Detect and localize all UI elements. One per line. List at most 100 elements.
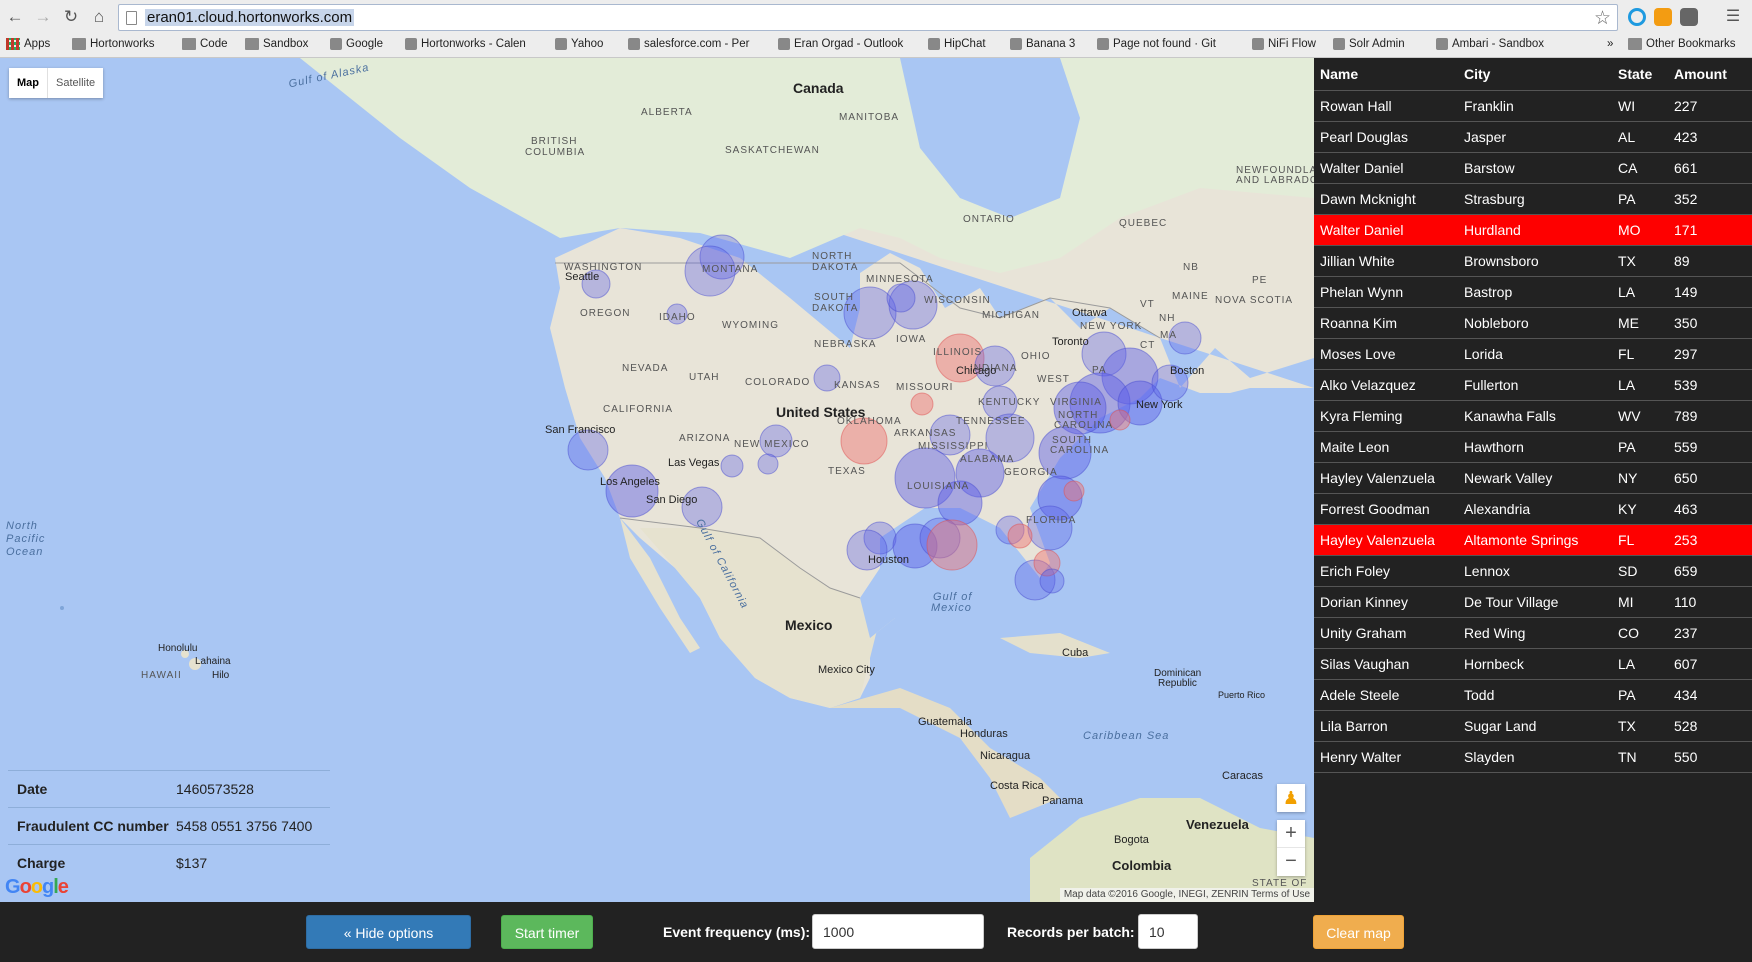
event-bubble-fraud[interactable]: [926, 519, 978, 571]
table-row[interactable]: Adele Steele Todd PA 434: [1314, 680, 1752, 711]
salesforce-icon: [628, 38, 640, 50]
zoom-out-button[interactable]: −: [1277, 848, 1305, 876]
event-bubble[interactable]: [720, 454, 744, 478]
extension-orange-icon[interactable]: [1654, 8, 1672, 26]
table-row-fraud[interactable]: Walter Daniel Hurdland MO 171: [1314, 215, 1752, 246]
table-row[interactable]: Pearl Douglas Jasper AL 423: [1314, 122, 1752, 153]
extension-circle-icon[interactable]: [1628, 8, 1646, 26]
google-logo-letter: o: [19, 876, 32, 898]
cell-amount: 227: [1674, 98, 1698, 114]
bookmark-item[interactable]: HipChat: [928, 38, 986, 50]
bookmark-item[interactable]: Apps: [6, 38, 50, 50]
bookmark-item[interactable]: Eran Orgad - Outlook: [778, 38, 903, 50]
map-label-saskatchewan: SASKATCHEWAN: [725, 145, 820, 156]
hide-options-button[interactable]: « Hide options: [306, 915, 471, 949]
pegman-icon[interactable]: ♟: [1277, 784, 1305, 812]
table-row[interactable]: Rowan Hall Franklin WI 227: [1314, 91, 1752, 122]
bookmark-item[interactable]: Yahoo: [555, 38, 603, 50]
menu-icon[interactable]: ☰: [1722, 6, 1744, 28]
map-label-los-angeles: Los Angeles: [600, 476, 660, 488]
table-row[interactable]: Kyra Fleming Kanawha Falls WV 789: [1314, 401, 1752, 432]
bookmark-item[interactable]: Ambari - Sandbox: [1436, 38, 1544, 50]
clear-map-button[interactable]: Clear map: [1313, 915, 1404, 949]
table-row[interactable]: Maite Leon Hawthorn PA 559: [1314, 432, 1752, 463]
table-row-fraud[interactable]: Hayley Valenzuela Altamonte Springs FL 253: [1314, 525, 1752, 556]
table-row[interactable]: Moses Love Lorida FL 297: [1314, 339, 1752, 370]
table-row[interactable]: Alko Velazquez Fullerton LA 539: [1314, 370, 1752, 401]
bookmark-item[interactable]: Page not found · Git: [1097, 38, 1216, 50]
header-city: City: [1464, 66, 1491, 82]
map-type-satellite-button[interactable]: Satellite: [47, 68, 103, 98]
back-arrow-icon[interactable]: ←: [4, 6, 26, 28]
bookmark-star-icon[interactable]: ☆: [1594, 7, 1611, 30]
bookmark-item[interactable]: salesforce.com - Per: [628, 38, 749, 50]
bookmark-item[interactable]: Code: [182, 38, 228, 50]
map-label-west: WEST: [1037, 374, 1070, 385]
bookmark-item[interactable]: Solr Admin: [1333, 38, 1405, 50]
event-frequency-input[interactable]: [812, 914, 984, 949]
forward-arrow-icon[interactable]: →: [32, 6, 54, 28]
event-bubble[interactable]: [1027, 505, 1073, 551]
table-row[interactable]: Erich Foley Lennox SD 659: [1314, 556, 1752, 587]
event-bubble[interactable]: [1039, 568, 1065, 594]
table-row[interactable]: Jillian White Brownsboro TX 89: [1314, 246, 1752, 277]
cell-city: Todd: [1464, 687, 1495, 703]
event-bubble-fraud[interactable]: [1063, 480, 1085, 502]
table-row[interactable]: Roanna Kim Nobleboro ME 350: [1314, 308, 1752, 339]
zoom-in-button[interactable]: +: [1277, 820, 1305, 848]
table-row[interactable]: Dawn Mcknight Strasburg PA 352: [1314, 184, 1752, 215]
cell-amount: 661: [1674, 160, 1698, 176]
cell-state: SD: [1618, 563, 1638, 579]
cell-name: Forrest Goodman: [1320, 501, 1430, 517]
bookmark-item[interactable]: Sandbox: [245, 38, 308, 50]
start-timer-button[interactable]: Start timer: [501, 915, 593, 949]
map-attribution[interactable]: Map data ©2016 Google, INEGI, ZENRIN Ter…: [1059, 888, 1314, 902]
event-bubble-fraud[interactable]: [910, 392, 934, 416]
cell-city: Lorida: [1464, 346, 1503, 362]
event-bubble[interactable]: [886, 283, 916, 313]
bookmark-item[interactable]: NiFi Flow: [1252, 38, 1316, 50]
table-row[interactable]: Phelan Wynn Bastrop LA 149: [1314, 277, 1752, 308]
reload-icon[interactable]: ↻: [60, 6, 82, 28]
cell-state: CA: [1618, 160, 1638, 176]
table-row[interactable]: Unity Graham Red Wing CO 237: [1314, 618, 1752, 649]
records-per-batch-label: Records per batch:: [1007, 924, 1135, 940]
address-bar[interactable]: eran01.cloud.hortonworks.com ☆: [118, 4, 1618, 31]
other-bookmarks-button[interactable]: Other Bookmarks: [1628, 38, 1735, 50]
cell-name: Dawn Mcknight: [1320, 191, 1416, 207]
home-icon[interactable]: ⌂: [88, 6, 110, 28]
bookmarks-overflow-button[interactable]: »: [1607, 38, 1613, 50]
event-bubble[interactable]: [567, 429, 609, 471]
cell-name: Hayley Valenzuela: [1320, 532, 1435, 548]
table-row[interactable]: Dorian Kinney De Tour Village MI 110: [1314, 587, 1752, 618]
bookmark-item[interactable]: Banana 3: [1010, 38, 1075, 50]
cell-amount: 550: [1674, 749, 1698, 765]
table-row[interactable]: Walter Daniel Barstow CA 661: [1314, 153, 1752, 184]
cell-state: PA: [1618, 191, 1636, 207]
extension-gray-icon[interactable]: [1680, 8, 1698, 26]
bookmark-label: HipChat: [944, 38, 986, 50]
map-label-idaho: IDAHO: [659, 312, 696, 323]
bookmark-item[interactable]: Google: [330, 38, 383, 50]
cell-amount: 528: [1674, 718, 1698, 734]
event-bubble[interactable]: [605, 464, 659, 518]
table-row[interactable]: Henry Walter Slayden TN 550: [1314, 742, 1752, 773]
table-row[interactable]: Lila Barron Sugar Land TX 528: [1314, 711, 1752, 742]
map-canvas[interactable]: Map Satellite Canada United States Mexic…: [0, 58, 1314, 902]
event-info-label: Date: [17, 781, 48, 797]
url-text[interactable]: eran01.cloud.hortonworks.com: [145, 9, 355, 26]
event-info-label: Fraudulent CC number: [17, 818, 169, 834]
map-label-michigan: MICHIGAN: [982, 310, 1040, 321]
map-type-map-button[interactable]: Map: [9, 68, 47, 98]
table-row[interactable]: Forrest Goodman Alexandria KY 463: [1314, 494, 1752, 525]
map-label-bogota: Bogota: [1114, 834, 1149, 846]
event-bubble[interactable]: [757, 453, 779, 475]
records-per-batch-input[interactable]: [1138, 914, 1198, 949]
google-logo-letter: g: [42, 876, 54, 898]
bookmark-item[interactable]: Hortonworks - Calen: [405, 38, 526, 50]
table-row[interactable]: Silas Vaughan Hornbeck LA 607: [1314, 649, 1752, 680]
map-label-ottawa: Ottawa: [1072, 307, 1107, 319]
bookmark-item[interactable]: Hortonworks: [72, 38, 155, 50]
event-bubble-fraud[interactable]: [1007, 523, 1033, 549]
table-row[interactable]: Hayley Valenzuela Newark Valley NY 650: [1314, 463, 1752, 494]
